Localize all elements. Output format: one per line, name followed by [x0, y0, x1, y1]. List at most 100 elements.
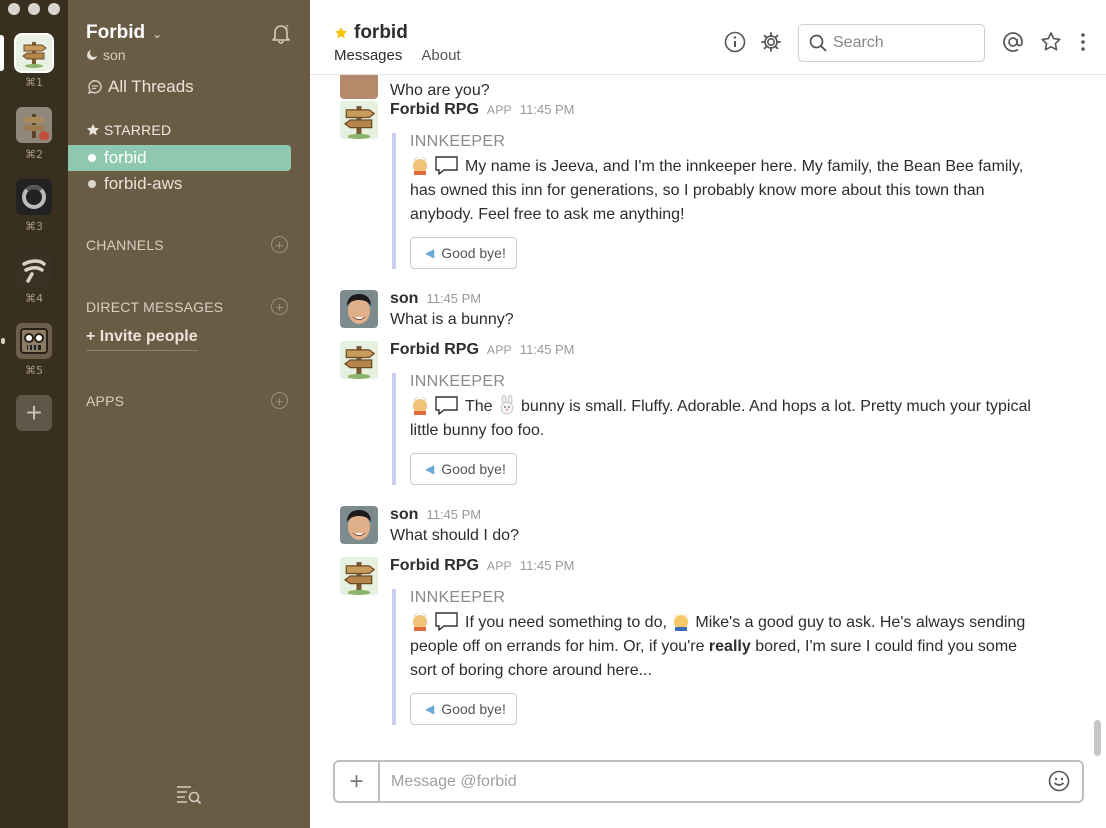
avatar [340, 101, 378, 139]
author-name[interactable]: Forbid RPG [390, 557, 479, 575]
slack-window: ⌘1 ⌘2 ⌘3 ⌘4 ⌘5 + Forbid ⌄ z son All Thre… [0, 0, 1106, 828]
robot-icon [16, 323, 52, 359]
author-name[interactable]: son [390, 290, 418, 308]
workspace-3[interactable]: ⌘3 [16, 179, 52, 233]
plus-icon: + [349, 767, 364, 795]
presence-dot [88, 180, 96, 188]
author-name[interactable]: son [390, 506, 418, 524]
signpost-icon [16, 35, 52, 71]
tab-messages[interactable]: Messages [334, 47, 402, 70]
gear-icon[interactable] [760, 31, 782, 53]
moon-icon [87, 49, 98, 60]
workspace-1[interactable]: ⌘1 [16, 35, 52, 89]
message-text: What is a bunny? [390, 311, 514, 328]
attachment-title: INNKEEPER [410, 133, 506, 150]
user-name: son [103, 47, 126, 63]
star-outline-icon[interactable] [1040, 31, 1062, 53]
attach-button[interactable]: + [335, 762, 380, 801]
app-badge: APP [486, 559, 512, 573]
star-icon[interactable] [334, 26, 348, 40]
team-name: Forbid [86, 22, 146, 43]
speech-bubble-icon [435, 396, 458, 415]
message: Forbid RPG APP 11:45 PM INNKEEPER My nam… [340, 101, 1066, 276]
arrow-left-icon: ◀︎ [425, 462, 435, 476]
all-threads-link[interactable]: All Threads [86, 77, 194, 97]
innkeeper-emoji-icon [413, 397, 427, 415]
invite-people-link[interactable]: + Invite people [86, 328, 198, 351]
channel-forbid[interactable]: forbid [68, 145, 291, 171]
channel-header: forbid Messages About Search [310, 0, 1106, 75]
emoji-picker-icon[interactable] [1048, 770, 1070, 792]
search-input[interactable]: Search [798, 24, 985, 62]
feed-logo-icon [16, 251, 52, 287]
avatar [340, 557, 378, 595]
channels-section[interactable]: CHANNELS [86, 237, 164, 253]
timestamp[interactable]: 11:45 PM [520, 558, 575, 573]
channel-forbid-aws[interactable]: forbid-aws [68, 171, 291, 197]
avatar [340, 290, 378, 328]
author-name[interactable]: Forbid RPG [390, 101, 479, 119]
threads-icon [87, 80, 102, 95]
innkeeper-emoji-icon [413, 613, 427, 631]
attachment-body: The bunny is small. Fluffy. Adorable. An… [410, 395, 1042, 443]
mentions-icon[interactable] [1002, 31, 1024, 53]
scrollbar[interactable] [1094, 720, 1101, 756]
good-bye-button[interactable]: ◀︎ Good bye! [410, 693, 517, 725]
app-badge: APP [486, 103, 512, 117]
add-workspace-button[interactable]: + [16, 395, 52, 431]
message-composer: + Message @forbid [333, 760, 1084, 803]
workspace-5[interactable]: ⌘5 [16, 323, 52, 377]
timestamp[interactable]: 11:45 PM [426, 291, 481, 306]
workspace-4[interactable]: ⌘4 [16, 251, 52, 305]
avatar [340, 75, 378, 99]
timestamp[interactable]: 11:45 PM [426, 507, 481, 522]
message-input[interactable]: Message @forbid [391, 762, 517, 801]
notification-bell-icon[interactable]: z [270, 22, 292, 44]
maximize-window-button[interactable] [48, 3, 60, 15]
mike-emoji-icon [674, 613, 689, 631]
message-meta: son 11:45 PM [390, 290, 481, 308]
attachment-title: INNKEEPER [410, 373, 506, 390]
avatar [340, 506, 378, 544]
window-controls [8, 3, 60, 15]
message: son 11:45 PM What should I do? [340, 506, 1066, 556]
tab-about[interactable]: About [421, 47, 460, 70]
add-channel-button[interactable]: + [271, 236, 288, 253]
channel-title: forbid [334, 22, 408, 44]
search-icon [809, 34, 827, 52]
timestamp[interactable]: 11:45 PM [520, 102, 575, 117]
message: son 11:45 PM What is a bunny? [340, 290, 1066, 340]
author-name[interactable]: Forbid RPG [390, 341, 479, 359]
attachment: INNKEEPER My name is Jeeva, and I'm the … [392, 133, 1042, 269]
team-menu[interactable]: Forbid ⌄ [86, 22, 162, 44]
user-status[interactable]: son [86, 47, 126, 63]
good-bye-button[interactable]: ◀︎ Good bye! [410, 453, 517, 485]
attachment: INNKEEPER The bunny is small. Fluffy. Ad… [392, 373, 1042, 485]
direct-messages-section[interactable]: DIRECT MESSAGES [86, 299, 223, 315]
main-pane: forbid Messages About Search Who are you… [310, 0, 1106, 828]
search-placeholder: Search [833, 34, 884, 51]
good-bye-button[interactable]: ◀︎ Good bye! [410, 237, 517, 269]
quick-switcher-icon[interactable] [176, 784, 202, 804]
attachment-title: INNKEEPER [410, 589, 506, 606]
timestamp[interactable]: 11:45 PM [520, 342, 575, 357]
channel-sidebar: Forbid ⌄ z son All Threads STARRED forbi… [68, 0, 310, 828]
workspace-rail: ⌘1 ⌘2 ⌘3 ⌘4 ⌘5 + [0, 0, 68, 828]
more-vertical-icon[interactable] [1072, 31, 1094, 53]
ring-logo-icon [16, 179, 52, 215]
apps-section[interactable]: APPS [86, 393, 124, 409]
info-icon[interactable] [724, 31, 746, 53]
add-direct-message-button[interactable]: + [271, 298, 288, 315]
workspace-2[interactable]: ⌘2 [16, 107, 52, 161]
app-badge: APP [486, 343, 512, 357]
avatar [340, 341, 378, 379]
plus-icon: + [25, 397, 43, 428]
signpost-icon [16, 107, 52, 143]
message-list[interactable]: Who are you? Forbid RPG APP 11:45 PM INN… [310, 75, 1106, 745]
close-window-button[interactable] [8, 3, 20, 15]
attachment-body: My name is Jeeva, and I'm the innkeeper … [410, 155, 1042, 227]
starred-section: STARRED [86, 122, 171, 138]
minimize-window-button[interactable] [28, 3, 40, 15]
add-app-button[interactable]: + [271, 392, 288, 409]
star-icon [87, 124, 99, 136]
